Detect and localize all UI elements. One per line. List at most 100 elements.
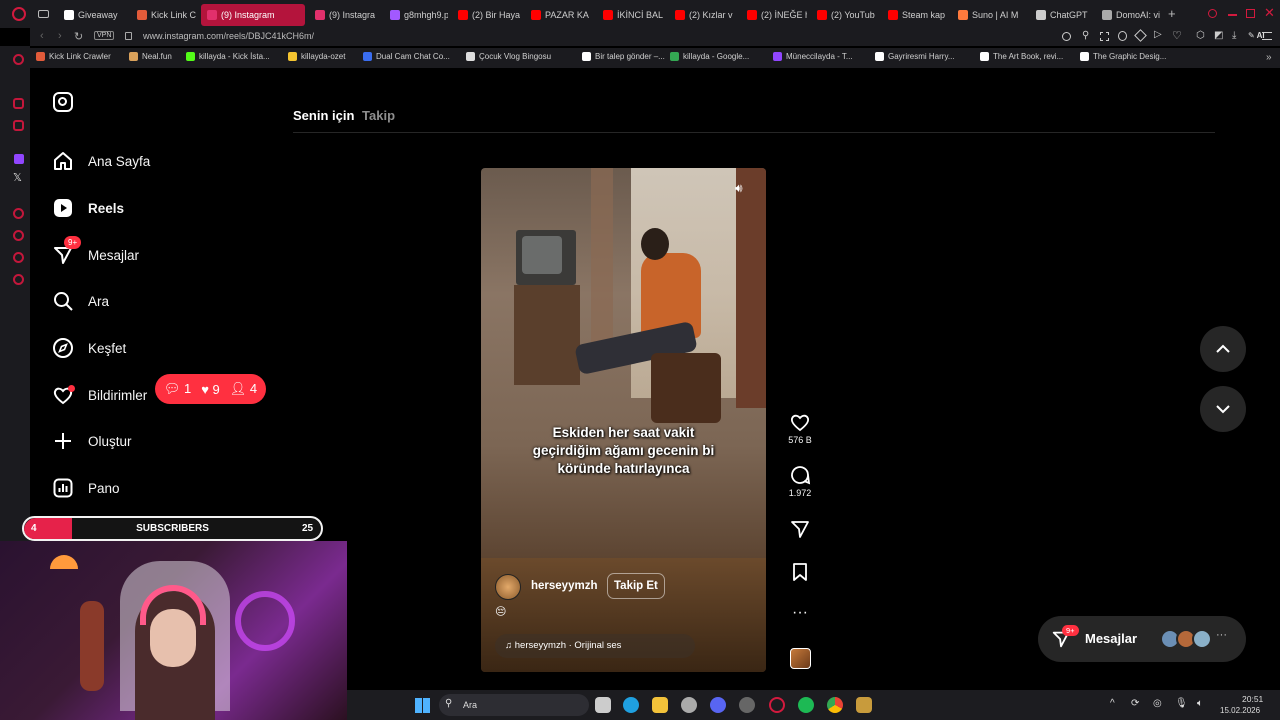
browser-tab[interactable]: PAZAR KA [525,4,593,26]
browser-menu-icon[interactable] [1262,32,1272,40]
taskbar-search[interactable]: ⚲ Ara [439,694,589,716]
tab-menu-icon[interactable] [38,10,49,18]
chrome-icon[interactable] [827,697,843,713]
nav-notifications[interactable]: Bildirimler [52,384,147,406]
browser-tab[interactable]: İKİNCİ BAL [597,4,665,26]
previous-reel-button[interactable] [1200,326,1246,372]
browser-tab[interactable]: (9) Instagra [309,4,379,26]
nav-reels[interactable]: Reels [52,197,124,219]
reel-video[interactable]: 🔊︎ Eskiden her saat vakit geçirdiğim ağa… [481,168,766,672]
task-view-icon[interactable] [595,697,611,713]
extensions-icon[interactable]: ⬡ [1196,30,1205,41]
like-action[interactable]: 576 B [780,411,820,445]
favorite-heart-icon[interactable]: ♡ [1172,29,1182,42]
back-icon[interactable]: ‹ [40,30,44,42]
search-tabs-icon[interactable] [1208,9,1217,18]
app-icon[interactable] [739,697,755,713]
tab-for-you[interactable]: Senin için [293,108,354,123]
wallet-icon[interactable]: ◩ [1214,30,1223,41]
twitch-side-icon[interactable] [14,154,24,164]
recent-icon[interactable] [13,54,24,65]
audio-thumbnail[interactable] [790,648,811,669]
browser-tab[interactable]: Steam kap [882,4,948,26]
nav-home[interactable]: Ana Sayfa [52,150,150,172]
spotify-icon[interactable] [798,697,814,713]
zoom-icon[interactable] [1062,32,1071,41]
browser-tab[interactable]: g8mhgh9.p [384,4,448,26]
play-icon[interactable]: ▷ [1154,29,1162,40]
reload-icon[interactable]: ↻ [74,30,83,43]
instagram-side-icon[interactable] [13,120,24,131]
mic-icon[interactable]: 🎙︎ [1175,698,1188,709]
discord-icon[interactable] [710,697,726,713]
league-icon[interactable] [856,697,872,713]
browser-tab[interactable]: Giveaway [58,4,128,26]
nav-search[interactable]: Ara [52,290,109,312]
bookmark-item[interactable]: killayda-ozet [288,52,345,61]
notifications-popup[interactable]: 💬︎ 1 ♥ 9 👤︎ 4 [155,374,266,404]
bookmark-item[interactable]: The Graphic Desig... [1080,52,1166,61]
nav-dashboard[interactable]: Pano [52,477,120,499]
settings-icon[interactable] [681,697,697,713]
nav-explore[interactable]: Keşfet [52,337,126,359]
bookmark-item[interactable]: Çocuk Vlog Bingosu [466,52,551,61]
clock-date[interactable]: 15.02.2026 [1220,706,1260,715]
bookmark-item[interactable]: Gayriresmi Harry... [875,52,955,61]
messenger-side-icon[interactable] [13,98,24,109]
cube-icon[interactable] [1134,29,1147,42]
url-field[interactable]: www.instagram.com/reels/DBJC41kCH6m/ [143,31,314,41]
shield-icon[interactable] [1118,31,1127,41]
maximize-button[interactable] [1246,9,1255,18]
browser-tab[interactable]: (2) YouTub [811,4,877,26]
forward-icon[interactable]: › [58,30,62,42]
instagram-logo-icon[interactable] [53,92,73,112]
save-action[interactable] [780,561,820,585]
bookmark-item[interactable]: The Art Book, revi... [980,52,1063,61]
settings-side-icon[interactable] [13,274,24,285]
bookmark-item[interactable]: killayda - Kick İsta... [186,52,270,61]
snapshot-icon[interactable] [1100,32,1109,41]
opera-taskbar-icon[interactable] [769,697,785,713]
nav-messages[interactable]: 9+ Mesajlar [52,236,139,266]
extensions-side-icon[interactable] [13,252,24,263]
browser-tab[interactable]: (2) Kızlar v [669,4,737,26]
browser-tab[interactable]: (2) İNEĞE h [741,4,807,26]
player-side-icon[interactable] [13,208,24,219]
browser-tab[interactable]: ChatGPT [1030,4,1092,26]
edge-icon[interactable] [623,697,639,713]
more-options-icon[interactable]: ··· [780,604,820,622]
minimize-button[interactable] [1228,14,1237,16]
browser-tab[interactable]: (9) Instagram [201,4,305,26]
browser-tab[interactable]: (2) Bir Haya [452,4,520,26]
history-side-icon[interactable] [13,230,24,241]
next-reel-button[interactable] [1200,386,1246,432]
clock-time[interactable]: 20:51 [1242,694,1263,704]
tab-following[interactable]: Takip [362,108,395,123]
reel-username[interactable]: herseyymzh [531,580,597,592]
tray-icon[interactable]: ◎ [1153,698,1162,709]
opera-logo-icon[interactable] [12,7,26,21]
browser-tab[interactable]: Kick Link C [131,4,197,26]
download-icon[interactable]: ⤓ [1232,30,1236,41]
close-button[interactable]: ✕ [1264,5,1275,21]
bookmark-item[interactable]: Bir talep gönder –... [582,52,665,61]
bookmark-item[interactable]: Neal.fun [129,52,172,61]
nav-create[interactable]: Oluştur [52,430,132,452]
bookmark-item[interactable]: killayda - Google... [670,52,749,61]
x-side-icon[interactable]: 𝕏 [13,171,22,184]
new-tab-button[interactable]: + [1168,6,1176,21]
tray-overflow-icon[interactable]: ^ [1110,698,1115,709]
messages-pill[interactable]: 9+ Mesajlar ··· [1038,616,1246,662]
sound-icon[interactable]: 🔊︎ [735,181,743,196]
pin-icon[interactable]: ⚲ [1082,30,1089,41]
bookmarks-overflow-icon[interactable]: » [1266,52,1272,63]
follow-button[interactable]: Takip Et [607,573,665,599]
bookmark-item[interactable]: Dual Cam Chat Co... [363,52,450,61]
windows-start-icon[interactable] [415,698,430,713]
audio-pill[interactable]: ♫ herseyymzh · Orijinal ses [495,634,695,658]
vpn-badge[interactable]: VPN [94,31,115,40]
browser-tab[interactable]: Suno | AI M [952,4,1026,26]
bookmark-item[interactable]: Müneccilayda - T... [773,52,853,61]
bookmark-item[interactable]: Kick Link Crawler [36,52,111,61]
comment-action[interactable]: 1.972 [780,464,820,498]
